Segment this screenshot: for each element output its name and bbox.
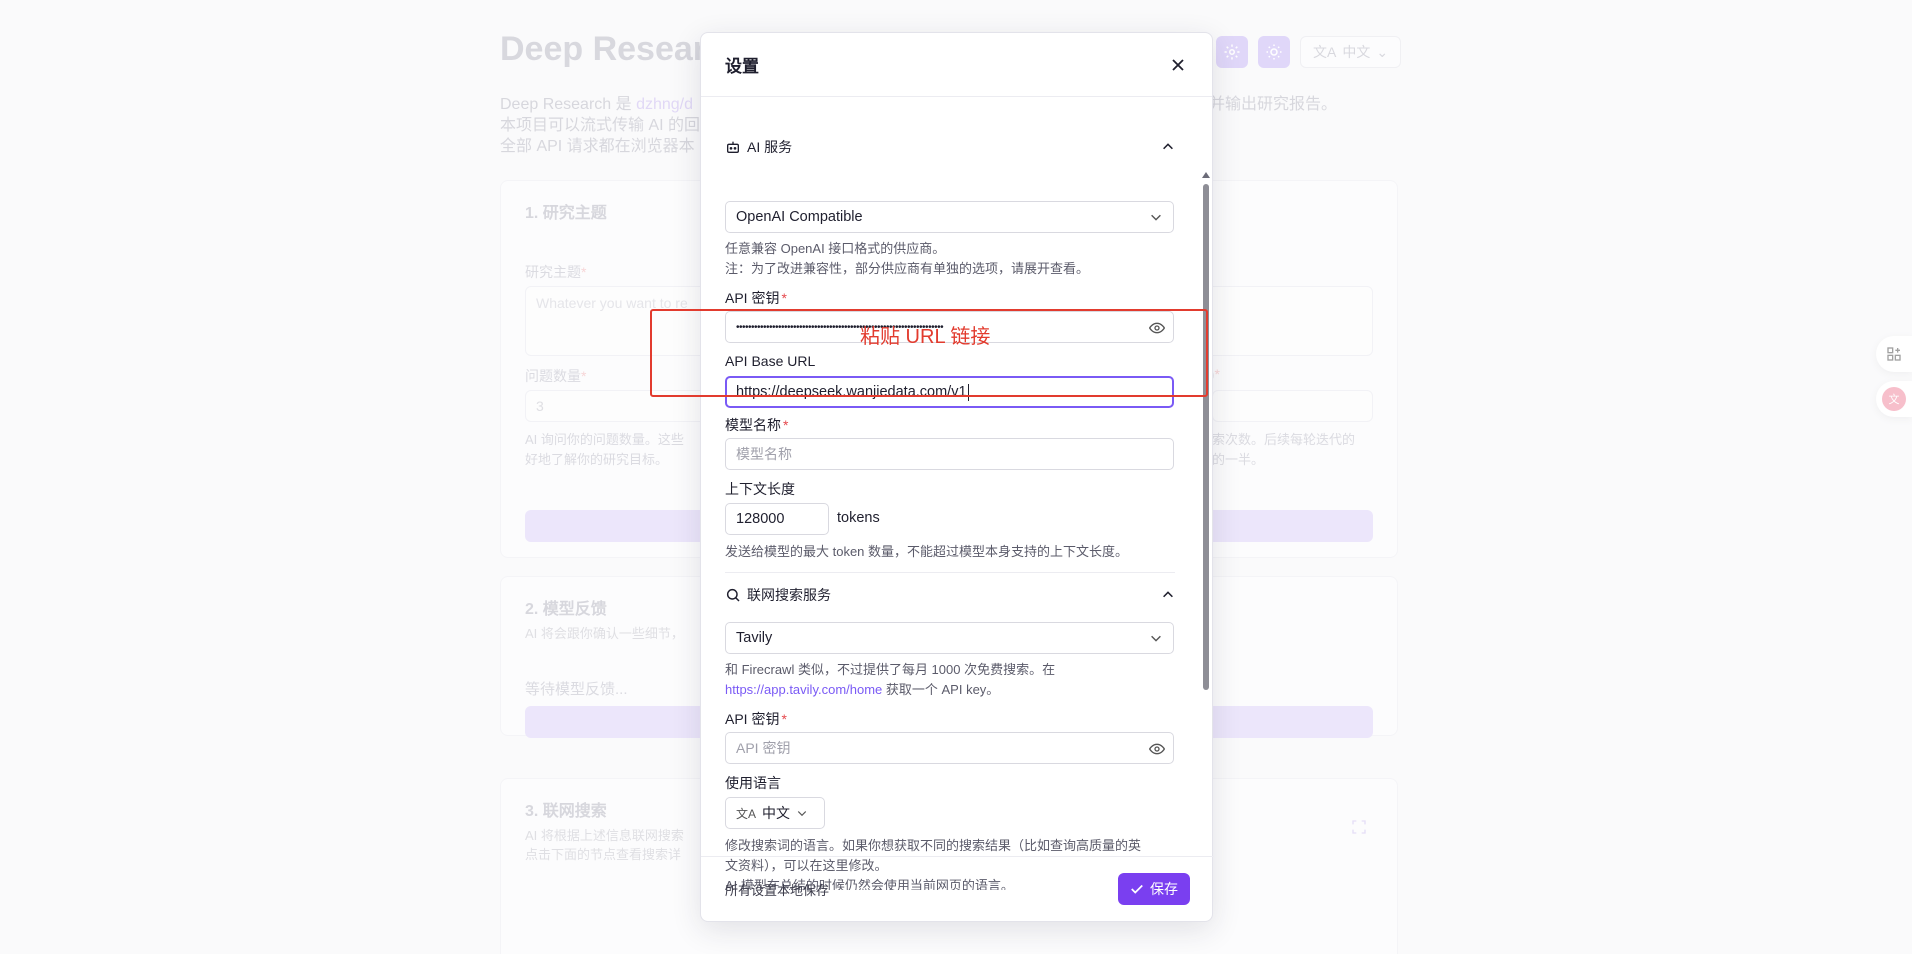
check-icon bbox=[1131, 884, 1143, 894]
section-divider bbox=[725, 572, 1175, 573]
local-save-note: 所有设置本地保存 bbox=[725, 882, 830, 898]
dialog-body: AI 服务 OpenAI Compatible 任意兼容 OpenAI 接口格式… bbox=[701, 98, 1214, 890]
search-provider-select[interactable]: Tavily bbox=[725, 622, 1174, 654]
dialog-header: 设置 bbox=[701, 33, 1212, 97]
ai-provider-help: 任意兼容 OpenAI 接口格式的供应商。 注：为了改进兼容性，部分供应商有单独… bbox=[725, 241, 1090, 276]
ai-service-title: AI 服务 bbox=[747, 139, 793, 155]
translate-icon: 文A bbox=[736, 806, 757, 821]
context-length-help: 发送给模型的最大 token 数量，不能超过模型本身支持的上下文长度。 bbox=[725, 544, 1129, 559]
search-api-key-label: API 密钥 * bbox=[725, 711, 787, 727]
annotation-text: 粘贴 URL 链接 bbox=[860, 326, 991, 348]
search-icon bbox=[726, 588, 740, 602]
model-name-input[interactable]: 模型名称 bbox=[725, 438, 1174, 470]
close-icon bbox=[1172, 58, 1184, 71]
close-button[interactable] bbox=[1166, 53, 1190, 77]
search-provider-value: Tavily bbox=[736, 630, 773, 646]
language-select[interactable]: 文A 中文 bbox=[725, 797, 825, 829]
ai-provider-value: OpenAI Compatible bbox=[736, 209, 863, 225]
chevron-down-icon bbox=[1151, 214, 1161, 221]
bot-icon bbox=[727, 141, 739, 153]
tavily-link[interactable]: https://app.tavily.com/home bbox=[725, 682, 882, 697]
model-name-label: 模型名称 * bbox=[725, 417, 789, 433]
search-service-title: 联网搜索服务 bbox=[747, 587, 831, 603]
context-length-input[interactable]: 128000 bbox=[725, 503, 829, 535]
dialog-title: 设置 bbox=[725, 57, 759, 76]
save-label: 保存 bbox=[1150, 881, 1178, 897]
dialog-scrollbar[interactable] bbox=[1201, 172, 1211, 890]
ai-service-section-header[interactable]: AI 服务 bbox=[725, 136, 1175, 158]
context-length-label: 上下文长度 bbox=[725, 481, 795, 497]
search-provider-help: 和 Firecrawl 类似，不过提供了每月 1000 次免费搜索。在 http… bbox=[725, 662, 1056, 697]
chevron-down-icon bbox=[797, 811, 807, 817]
search-service-section-header[interactable]: 联网搜索服务 bbox=[725, 584, 1175, 606]
settings-dialog: 设置 AI 服务 OpenAI Compatible 任意兼容 OpenAI 接… bbox=[700, 32, 1214, 922]
scroll-thumb[interactable] bbox=[1203, 184, 1209, 690]
api-key-label: API 密钥 * bbox=[725, 290, 787, 306]
chevron-up-icon[interactable] bbox=[1161, 588, 1175, 602]
scroll-up-arrow[interactable] bbox=[1202, 172, 1210, 178]
chevron-down-icon bbox=[1151, 635, 1161, 642]
chevron-up-icon[interactable] bbox=[1161, 140, 1175, 154]
ai-provider-select[interactable]: OpenAI Compatible bbox=[725, 201, 1174, 233]
language-value: 中文 bbox=[762, 805, 791, 821]
tokens-unit: tokens bbox=[837, 510, 880, 526]
language-label: 使用语言 bbox=[725, 775, 781, 791]
save-button[interactable]: 保存 bbox=[1118, 873, 1190, 905]
eye-icon[interactable] bbox=[1149, 741, 1165, 757]
search-api-key-input[interactable]: API 密钥 bbox=[725, 732, 1174, 764]
dialog-footer: 所有设置本地保存 保存 bbox=[701, 856, 1214, 921]
